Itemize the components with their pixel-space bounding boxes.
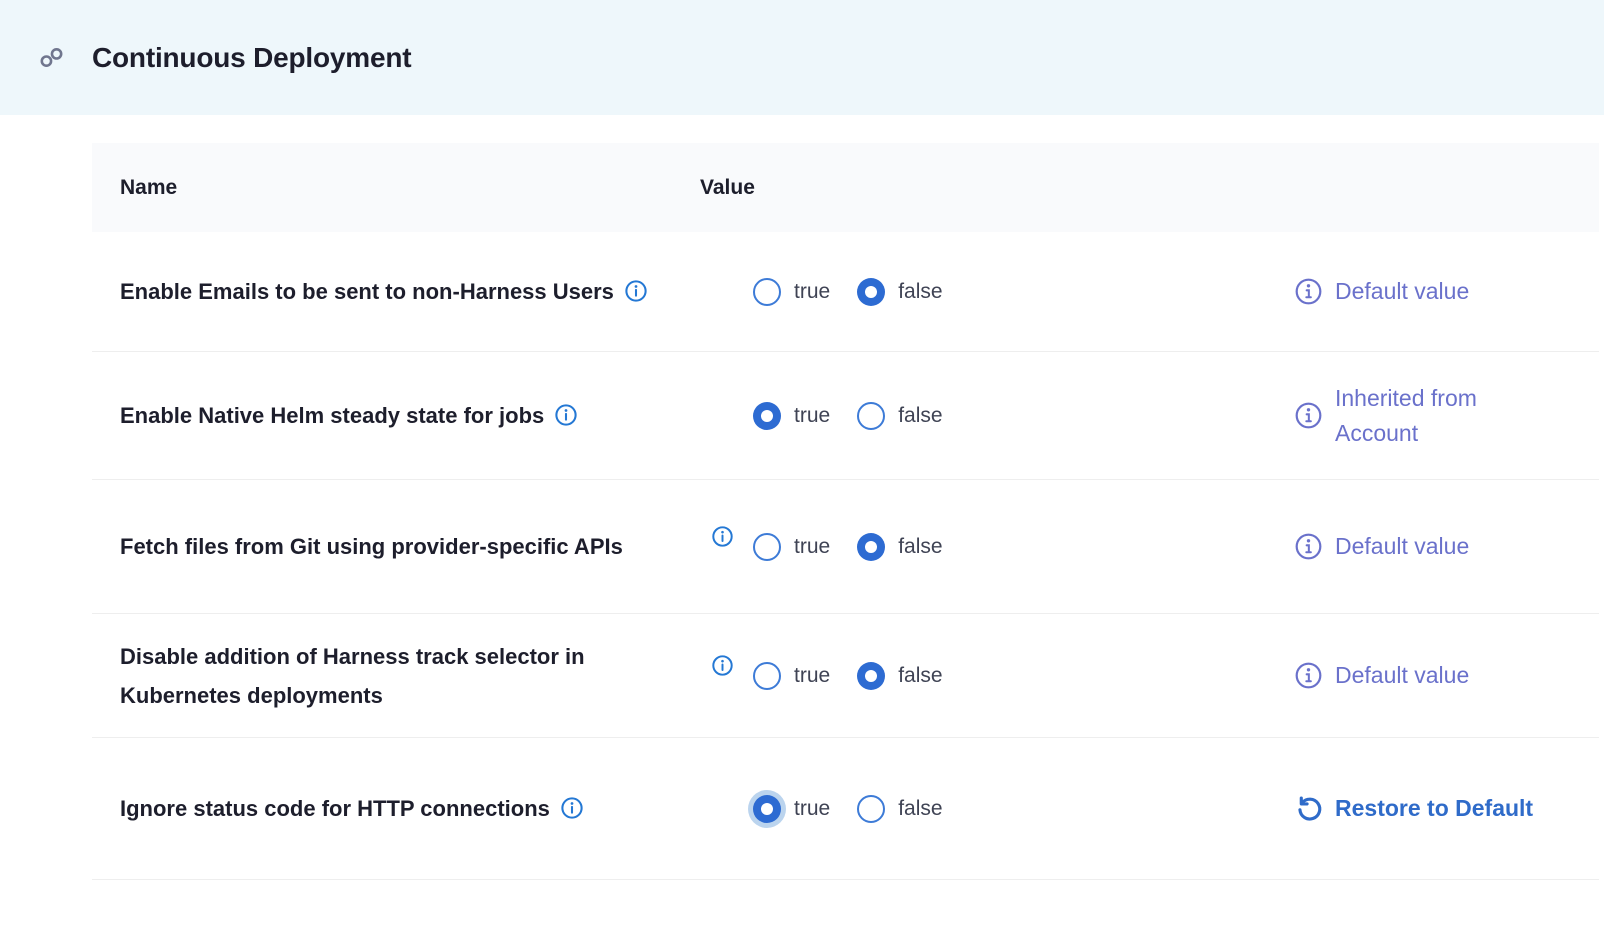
radio-true-label: true [794,664,830,688]
radio-false-label: false [898,535,942,559]
table-header-row: Name Value [92,143,1599,232]
setting-status-cell: Default value [1260,274,1599,309]
column-header-value: Value [700,176,1260,200]
status-label: Default value [1335,274,1469,309]
setting-info-icon[interactable] [561,797,583,819]
setting-name-cell: Enable Native Helm steady state for jobs [92,396,700,435]
column-header-name: Name [92,176,700,200]
setting-info-icon[interactable] [712,655,733,676]
setting-name-cell: Ignore status code for HTTP connections [92,789,700,828]
status-info-icon[interactable] [1295,402,1322,429]
radio-option-false[interactable]: false [857,795,942,823]
setting-label: Fetch files from Git using provider-spec… [120,534,623,559]
setting-label: Enable Native Helm steady state for jobs [120,403,544,428]
section-title: Continuous Deployment [92,42,411,74]
setting-value-cell: true false [700,278,1260,306]
radio-true-circle[interactable] [753,533,781,561]
radio-false-label: false [898,404,942,428]
radio-option-true[interactable]: true [753,795,830,823]
radio-false-label: false [898,664,942,688]
radio-false-circle[interactable] [857,795,885,823]
section-header: Continuous Deployment [0,0,1604,115]
setting-row: Enable Emails to be sent to non-Harness … [92,232,1599,352]
status-label: Default value [1335,658,1469,693]
status-label: Inherited from Account [1335,381,1540,450]
setting-info-icon[interactable] [712,526,733,547]
setting-label: Disable addition of Harness track select… [120,644,585,708]
setting-row: Ignore status code for HTTP connections … [92,738,1599,880]
radio-true-label: true [794,535,830,559]
radio-true-label: true [794,797,830,821]
status-badge: Inherited from Account [1295,381,1540,450]
radio-true-circle[interactable] [753,278,781,306]
status-info-icon[interactable] [1295,533,1322,560]
setting-value-cell: true false [700,795,1260,823]
radio-option-false[interactable]: false [857,662,942,690]
radio-true-circle[interactable] [753,662,781,690]
radio-option-false[interactable]: false [857,533,942,561]
table-body: Enable Emails to be sent to non-Harness … [92,232,1599,880]
radio-false-circle[interactable] [857,533,885,561]
restore-to-default-button[interactable]: Restore to Default [1295,794,1533,823]
radio-true-circle[interactable] [753,795,781,823]
status-badge: Default value [1295,658,1469,693]
radio-option-false[interactable]: false [857,402,942,430]
radio-false-circle[interactable] [857,278,885,306]
status-badge: Default value [1295,529,1469,564]
settings-content: Name Value Enable Emails to be sent to n… [0,115,1604,880]
setting-value-cell: true false [700,662,1260,690]
radio-true-label: true [794,280,830,304]
setting-row: Fetch files from Git using provider-spec… [92,480,1599,614]
status-badge: Default value [1295,274,1469,309]
setting-row: Disable addition of Harness track select… [92,614,1599,738]
radio-false-circle[interactable] [857,402,885,430]
status-label: Default value [1335,529,1469,564]
setting-name-cell: Enable Emails to be sent to non-Harness … [92,272,700,311]
setting-info-icon[interactable] [555,404,577,426]
settings-table: Name Value Enable Emails to be sent to n… [92,143,1599,880]
setting-info-icon[interactable] [625,280,647,302]
setting-label: Ignore status code for HTTP connections [120,796,550,821]
settings-page: Continuous Deployment Name Value Enable … [0,0,1604,880]
radio-false-circle[interactable] [857,662,885,690]
setting-row: Enable Native Helm steady state for jobs… [92,352,1599,480]
radio-option-false[interactable]: false [857,278,942,306]
restore-icon [1295,794,1324,823]
setting-status-cell: Inherited from Account [1260,381,1599,450]
setting-value-cell: true false [700,533,1260,561]
radio-option-true[interactable]: true [753,662,830,690]
radio-option-true[interactable]: true [753,533,830,561]
status-info-icon[interactable] [1295,278,1322,305]
radio-true-circle[interactable] [753,402,781,430]
setting-status-cell: Restore to Default [1260,794,1599,823]
setting-status-cell: Default value [1260,658,1599,693]
radio-false-label: false [898,797,942,821]
link-anchor-icon[interactable] [38,44,65,71]
setting-value-cell: true false [700,402,1260,430]
setting-name-cell: Fetch files from Git using provider-spec… [92,527,700,566]
setting-label: Enable Emails to be sent to non-Harness … [120,279,614,304]
setting-status-cell: Default value [1260,529,1599,564]
status-info-icon[interactable] [1295,662,1322,689]
radio-true-label: true [794,404,830,428]
setting-name-cell: Disable addition of Harness track select… [92,637,700,715]
radio-false-label: false [898,280,942,304]
radio-option-true[interactable]: true [753,402,830,430]
restore-label: Restore to Default [1335,795,1533,822]
radio-option-true[interactable]: true [753,278,830,306]
